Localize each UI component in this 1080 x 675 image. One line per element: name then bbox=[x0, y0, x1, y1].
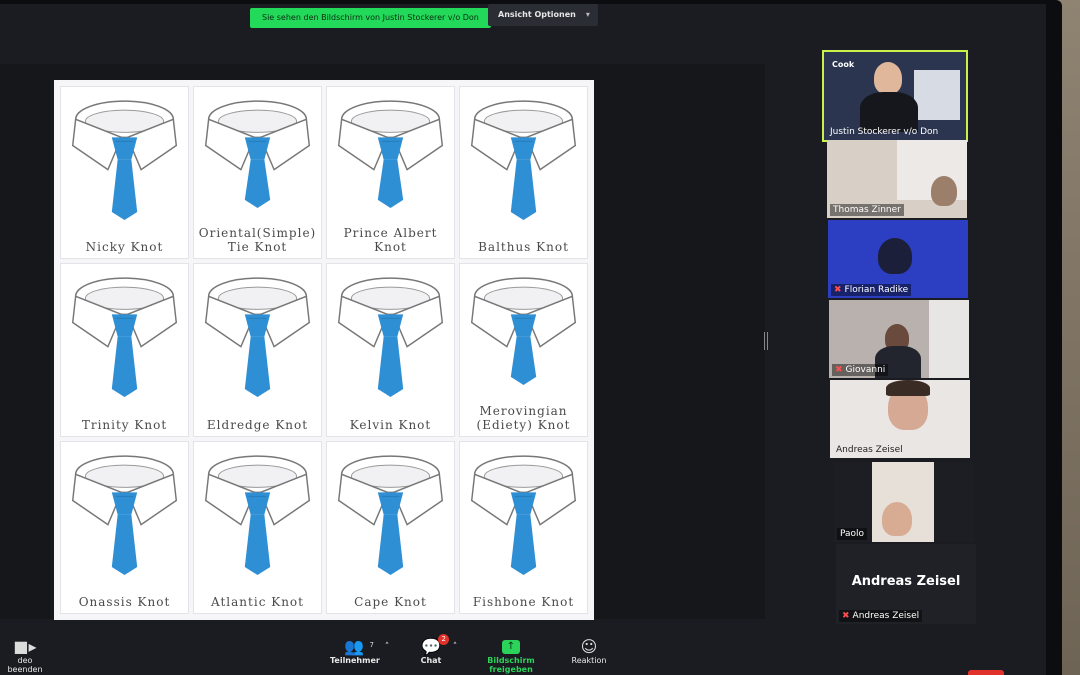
video-camera-icon: ■▸ bbox=[13, 637, 37, 656]
participant-name: Thomas Zinner bbox=[830, 204, 904, 216]
participant-tile[interactable]: ✖ Florian Radike bbox=[828, 220, 968, 298]
share-screen-button[interactable]: ↑ Bildschirm freigeben bbox=[466, 638, 556, 674]
participant-face bbox=[931, 176, 957, 206]
view-options-label: Ansicht Optionen bbox=[498, 10, 576, 19]
chevron-up-icon: ˄ bbox=[452, 642, 458, 652]
tie-knot-slide: Nicky Knot Oriental(Simple) Tie Knot Princ… bbox=[54, 80, 594, 620]
meeting-window: Sie sehen den Bildschirm von Justin Stoc… bbox=[0, 4, 1046, 675]
knot-label: Fishbone Knot bbox=[472, 594, 575, 609]
screen-share-banner: Sie sehen den Bildschirm von Justin Stoc… bbox=[250, 8, 491, 28]
shirt-collar-drawing bbox=[71, 100, 178, 221]
end-meeting-button[interactable] bbox=[968, 670, 1004, 675]
participant-face bbox=[878, 238, 912, 274]
knot-label: Balthus Knot bbox=[478, 240, 569, 255]
shirt-collar-drawing bbox=[71, 455, 178, 575]
people-icon: 👥 7 bbox=[344, 637, 374, 656]
participant-name: ✖ Florian Radike bbox=[831, 284, 912, 296]
knot-label: Atlantic Knot bbox=[211, 594, 304, 609]
muted-mic-icon: ✖ bbox=[834, 285, 842, 295]
knot-illustration: Fishbone Knot bbox=[459, 440, 588, 614]
participant-hair bbox=[886, 380, 930, 396]
room-shelf bbox=[929, 300, 969, 378]
participant-count: 7 bbox=[369, 641, 374, 649]
participant-name: ✖ Giovanni bbox=[832, 364, 889, 376]
view-options-button[interactable]: Ansicht Optionen ▾ bbox=[488, 4, 598, 26]
chat-button[interactable]: 💬 2 Chat bbox=[414, 634, 449, 665]
chevron-down-icon: ▾ bbox=[585, 10, 590, 19]
stop-video-button[interactable]: ■▸ deo beenden bbox=[0, 637, 50, 675]
knot-label: Trinity Knot bbox=[81, 417, 168, 432]
panel-resize-handle[interactable] bbox=[764, 332, 768, 350]
knot-label: Merovingian (Ediety) Knot bbox=[476, 403, 571, 432]
participant-tile-speaker[interactable]: Cook Justin Stockerer v/o Don bbox=[822, 50, 968, 142]
knot-illustration: Eldredge Knot bbox=[193, 263, 322, 437]
knot-illustration: Atlantic Knot bbox=[193, 440, 322, 614]
knot-label: Onassis Knot bbox=[78, 594, 171, 609]
knot-label: Nicky Knot bbox=[85, 240, 164, 255]
knot-illustration: Cape Knot bbox=[326, 440, 455, 614]
chat-chevron[interactable]: ˄ bbox=[448, 638, 462, 656]
knot-illustration: Balthus Knot bbox=[459, 86, 588, 260]
knot-grid: Nicky Knot Oriental(Simple) Tie Knot Princ… bbox=[60, 86, 588, 614]
shared-screen: Nicky Knot Oriental(Simple) Tie Knot Princ… bbox=[0, 64, 765, 620]
participant-name: Andreas Zeisel bbox=[836, 445, 903, 455]
shirt-collar-drawing bbox=[337, 277, 444, 398]
participant-tile[interactable]: Andreas Zeisel bbox=[830, 380, 970, 458]
share-arrow-icon: ↑ bbox=[502, 640, 520, 654]
knot-illustration: Merovingian (Ediety) Knot bbox=[459, 263, 588, 437]
knot-label: Oriental(Simple) Tie Knot bbox=[198, 226, 317, 255]
participant-tile[interactable]: Thomas Zinner bbox=[827, 140, 967, 218]
participant-face bbox=[882, 502, 912, 536]
chat-bubble-icon: 💬 2 bbox=[421, 634, 449, 656]
reactions-button[interactable]: ☺ Reaktion bbox=[566, 637, 612, 666]
knot-illustration: Kelvin Knot bbox=[326, 263, 455, 437]
participant-name: Paolo bbox=[837, 528, 868, 540]
building-graphic bbox=[914, 70, 960, 120]
shirt-collar-drawing bbox=[470, 100, 577, 221]
knot-illustration: Trinity Knot bbox=[60, 263, 189, 437]
shirt-collar-drawing bbox=[470, 455, 577, 575]
participants-button[interactable]: 👥 7 Teilnehmer bbox=[330, 637, 380, 666]
participant-display-name: Andreas Zeisel bbox=[851, 574, 961, 589]
knot-label: Prince Albert Knot bbox=[343, 226, 438, 255]
knot-illustration: Prince Albert Knot bbox=[326, 86, 455, 260]
muted-mic-icon: ✖ bbox=[842, 611, 850, 621]
participant-face bbox=[874, 62, 902, 94]
knot-label: Cape Knot bbox=[354, 594, 427, 609]
shirt-collar-drawing bbox=[337, 455, 444, 575]
knot-illustration: Onassis Knot bbox=[60, 440, 189, 614]
participant-tile-video-off[interactable]: Andreas Zeisel ✖ Andreas Zeisel bbox=[836, 544, 976, 624]
logo-text: Cook bbox=[832, 60, 855, 69]
knot-illustration: Oriental(Simple) Tie Knot bbox=[193, 86, 322, 260]
participant-name: ✖ Andreas Zeisel bbox=[839, 610, 923, 622]
muted-mic-icon: ✖ bbox=[835, 365, 843, 375]
meeting-toolbar: ■▸ deo beenden 👥 7 Teilnehmer ˄ 💬 2 Chat ˄… bbox=[0, 624, 1046, 675]
participant-tile[interactable]: Paolo bbox=[834, 462, 974, 542]
shirt-collar-drawing bbox=[204, 277, 311, 398]
shirt-collar-drawing bbox=[71, 277, 178, 398]
chevron-up-icon: ˄ bbox=[384, 642, 390, 652]
participant-tile[interactable]: ✖ Giovanni bbox=[829, 300, 969, 378]
participant-name: Justin Stockerer v/o Don bbox=[830, 127, 939, 137]
knot-label: Kelvin Knot bbox=[349, 417, 432, 432]
participants-chevron[interactable]: ˄ bbox=[380, 638, 394, 656]
knot-label: Eldredge Knot bbox=[206, 417, 309, 432]
smiley-add-icon: ☺ bbox=[580, 637, 598, 656]
shirt-collar-drawing bbox=[204, 455, 311, 575]
knot-illustration: Nicky Knot bbox=[60, 86, 189, 260]
